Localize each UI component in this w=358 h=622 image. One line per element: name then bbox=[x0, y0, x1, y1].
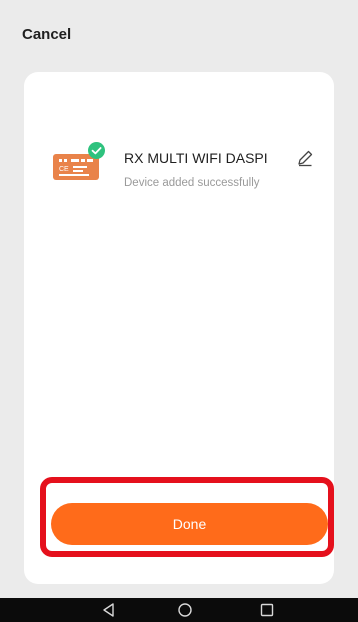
back-triangle-icon[interactable] bbox=[101, 602, 117, 618]
done-button[interactable]: Done bbox=[51, 503, 328, 545]
svg-text:CE: CE bbox=[59, 166, 69, 173]
header-bar: Cancel bbox=[0, 0, 358, 72]
check-circle-icon bbox=[88, 142, 105, 159]
device-name: RX MULTI WIFI DASPI bbox=[124, 150, 268, 166]
recents-square-icon[interactable] bbox=[259, 602, 275, 618]
android-nav-bar bbox=[0, 598, 358, 622]
device-status: Device added successfully bbox=[124, 177, 260, 189]
device-row: CE RX MULTI WIFI DASPI Device added succ… bbox=[24, 72, 334, 212]
cancel-button[interactable]: Cancel bbox=[22, 26, 71, 43]
home-circle-icon[interactable] bbox=[177, 602, 193, 618]
pencil-icon[interactable] bbox=[296, 149, 314, 167]
